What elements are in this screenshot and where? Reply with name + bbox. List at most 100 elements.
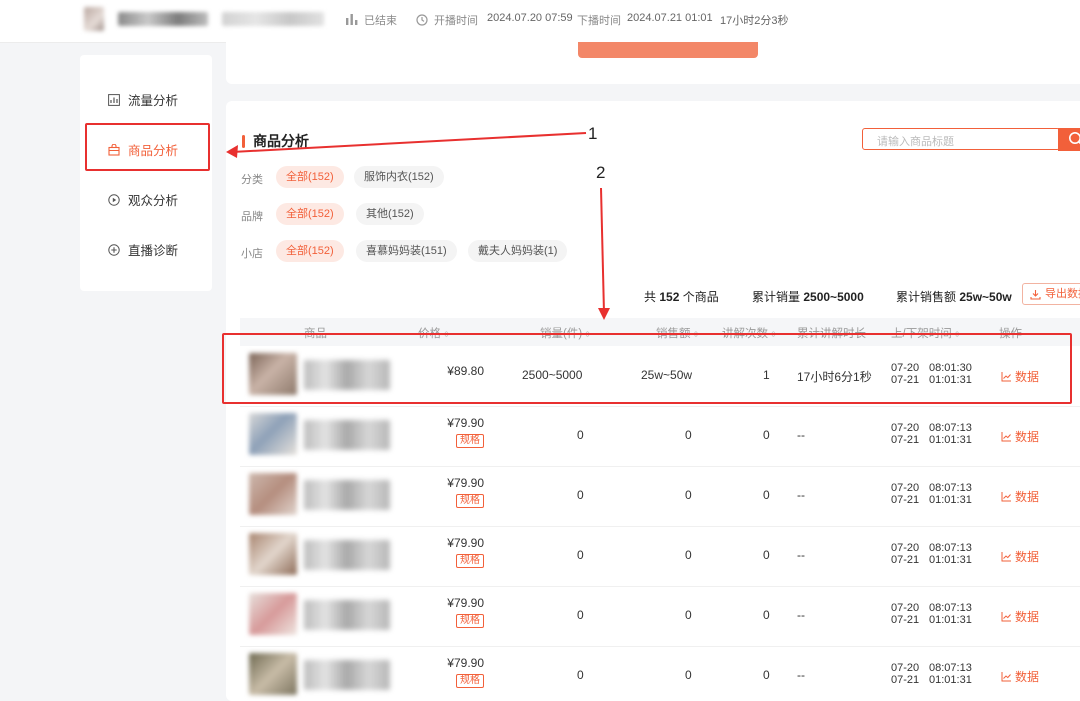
product-thumbnail[interactable]	[249, 473, 297, 515]
explain-count-cell: 0	[763, 488, 770, 502]
annotation-number-1: 1	[588, 124, 598, 143]
shelf-down-time: 07-21 01:01:31	[891, 614, 972, 626]
revenue-cell: 0	[685, 488, 692, 502]
live-duration: 17小时2分3秒	[720, 15, 789, 27]
clock-icon	[416, 14, 428, 26]
sales-cell: 0	[577, 428, 584, 442]
explain-duration-cell: --	[797, 428, 805, 442]
filter-chip-brand-all[interactable]: 全部(152)	[276, 203, 344, 225]
spec-button[interactable]: 规格	[456, 674, 484, 688]
price-cell: ¥79.90	[447, 416, 484, 430]
start-time: 2024.07.20 07:59	[487, 12, 573, 24]
shelf-up-time: 07-20 08:07:13	[891, 602, 972, 614]
product-title-redacted[interactable]	[304, 600, 390, 630]
sidebar: 流量分析 商品分析 观众分析 直播诊断	[80, 55, 212, 291]
total-revenue: 累计销售额 25w~50w	[896, 290, 1012, 304]
total-sales: 累计销量 2500~5000	[752, 290, 864, 304]
search-input[interactable]: 请输入商品标题	[862, 128, 1060, 150]
explain-count-cell: 0	[763, 668, 770, 682]
replay-button[interactable]	[578, 42, 758, 58]
sidebar-item-audience[interactable]: 观众分析	[108, 190, 178, 209]
data-link-button[interactable]: 数据	[1001, 428, 1039, 445]
product-thumbnail[interactable]	[249, 413, 297, 455]
revenue-cell: 0	[685, 548, 692, 562]
revenue-cell: 0	[685, 668, 692, 682]
price-cell: ¥79.90	[447, 536, 484, 550]
export-label: 导出数据	[1045, 288, 1080, 300]
price-cell: ¥79.90	[447, 476, 484, 490]
top-bar: 已结束 开播时间 2024.07.20 07:59 下播时间 2024.07.2…	[0, 0, 1080, 43]
streamer-info-redacted	[222, 12, 324, 26]
product-thumbnail[interactable]	[249, 593, 297, 635]
end-label: 下播时间	[577, 15, 621, 27]
play-circle-icon	[108, 193, 120, 206]
shelf-up-time: 07-20 08:07:13	[891, 422, 972, 434]
shelf-up-time: 07-20 08:07:13	[891, 662, 972, 674]
data-link-button[interactable]: 数据	[1001, 608, 1039, 625]
spec-button[interactable]: 规格	[456, 614, 484, 628]
price-cell: ¥79.90	[447, 656, 484, 670]
filter-chip-category-apparel[interactable]: 服饰内衣(152)	[354, 166, 444, 188]
trend-chart-icon	[1001, 492, 1011, 502]
sidebar-item-diagnosis[interactable]: 直播诊断	[108, 240, 178, 259]
row-divider	[240, 526, 1080, 527]
product-title-redacted[interactable]	[304, 660, 390, 690]
row-divider	[240, 406, 1080, 407]
trend-chart-icon	[1001, 672, 1011, 682]
shelf-down-time: 07-21 01:01:31	[891, 494, 972, 506]
shelf-down-time: 07-21 01:01:31	[891, 674, 972, 686]
sales-cell: 0	[577, 488, 584, 502]
start-label: 开播时间	[434, 15, 478, 27]
filter-label-shop: 小店	[241, 248, 263, 260]
explain-count-cell: 0	[763, 608, 770, 622]
search-icon	[1069, 132, 1080, 145]
product-title-redacted[interactable]	[304, 420, 390, 450]
spec-button[interactable]: 规格	[456, 554, 484, 568]
filter-label-category: 分类	[241, 174, 263, 186]
shelf-up-time: 07-20 08:07:13	[891, 482, 972, 494]
end-time: 2024.07.21 01:01	[627, 12, 713, 24]
trend-chart-icon	[1001, 612, 1011, 622]
spec-button[interactable]: 规格	[456, 434, 484, 448]
sidebar-item-label: 直播诊断	[128, 244, 179, 258]
sales-cell: 0	[577, 608, 584, 622]
data-link-button[interactable]: 数据	[1001, 548, 1039, 565]
sidebar-item-traffic[interactable]: 流量分析	[108, 90, 178, 109]
highlight-box-sidebar	[85, 123, 210, 171]
sidebar-item-label: 流量分析	[128, 94, 179, 108]
filter-chip-category-all[interactable]: 全部(152)	[276, 166, 344, 188]
revenue-cell: 0	[685, 428, 692, 442]
download-icon	[1030, 290, 1041, 300]
spec-button[interactable]: 规格	[456, 494, 484, 508]
product-count: 共 152 个商品	[644, 290, 719, 304]
export-button[interactable]: 导出数据	[1022, 283, 1080, 305]
annotation-number-2: 2	[596, 163, 606, 182]
section-title: 商品分析	[242, 131, 309, 151]
sidebar-item-label: 观众分析	[128, 194, 179, 208]
product-title-redacted[interactable]	[304, 540, 390, 570]
data-link-button[interactable]: 数据	[1001, 488, 1039, 505]
streamer-avatar	[84, 7, 104, 31]
search-button[interactable]	[1058, 128, 1080, 151]
trend-chart-icon	[1001, 552, 1011, 562]
filter-chip-shop-ximu[interactable]: 喜慕妈妈装(151)	[356, 240, 457, 262]
explain-count-cell: 0	[763, 428, 770, 442]
revenue-cell: 0	[685, 608, 692, 622]
shelf-up-time: 07-20 08:07:13	[891, 542, 972, 554]
product-thumbnail[interactable]	[249, 653, 297, 695]
start-time-block: 开播时间	[416, 12, 478, 28]
row-divider	[240, 466, 1080, 467]
product-thumbnail[interactable]	[249, 533, 297, 575]
data-link-button[interactable]: 数据	[1001, 668, 1039, 685]
highlight-box-first-row	[222, 333, 1072, 404]
status-indicator: 已结束	[346, 12, 397, 28]
filter-chip-brand-other[interactable]: 其他(152)	[356, 203, 424, 225]
section-title-text: 商品分析	[253, 133, 309, 149]
filter-chip-shop-daifuren[interactable]: 戴夫人妈妈装(1)	[468, 240, 568, 262]
product-title-redacted[interactable]	[304, 480, 390, 510]
sales-cell: 0	[577, 548, 584, 562]
filter-chip-shop-all[interactable]: 全部(152)	[276, 240, 344, 262]
streamer-name-redacted	[118, 12, 208, 26]
chart-box-icon	[108, 93, 120, 106]
row-divider	[240, 586, 1080, 587]
